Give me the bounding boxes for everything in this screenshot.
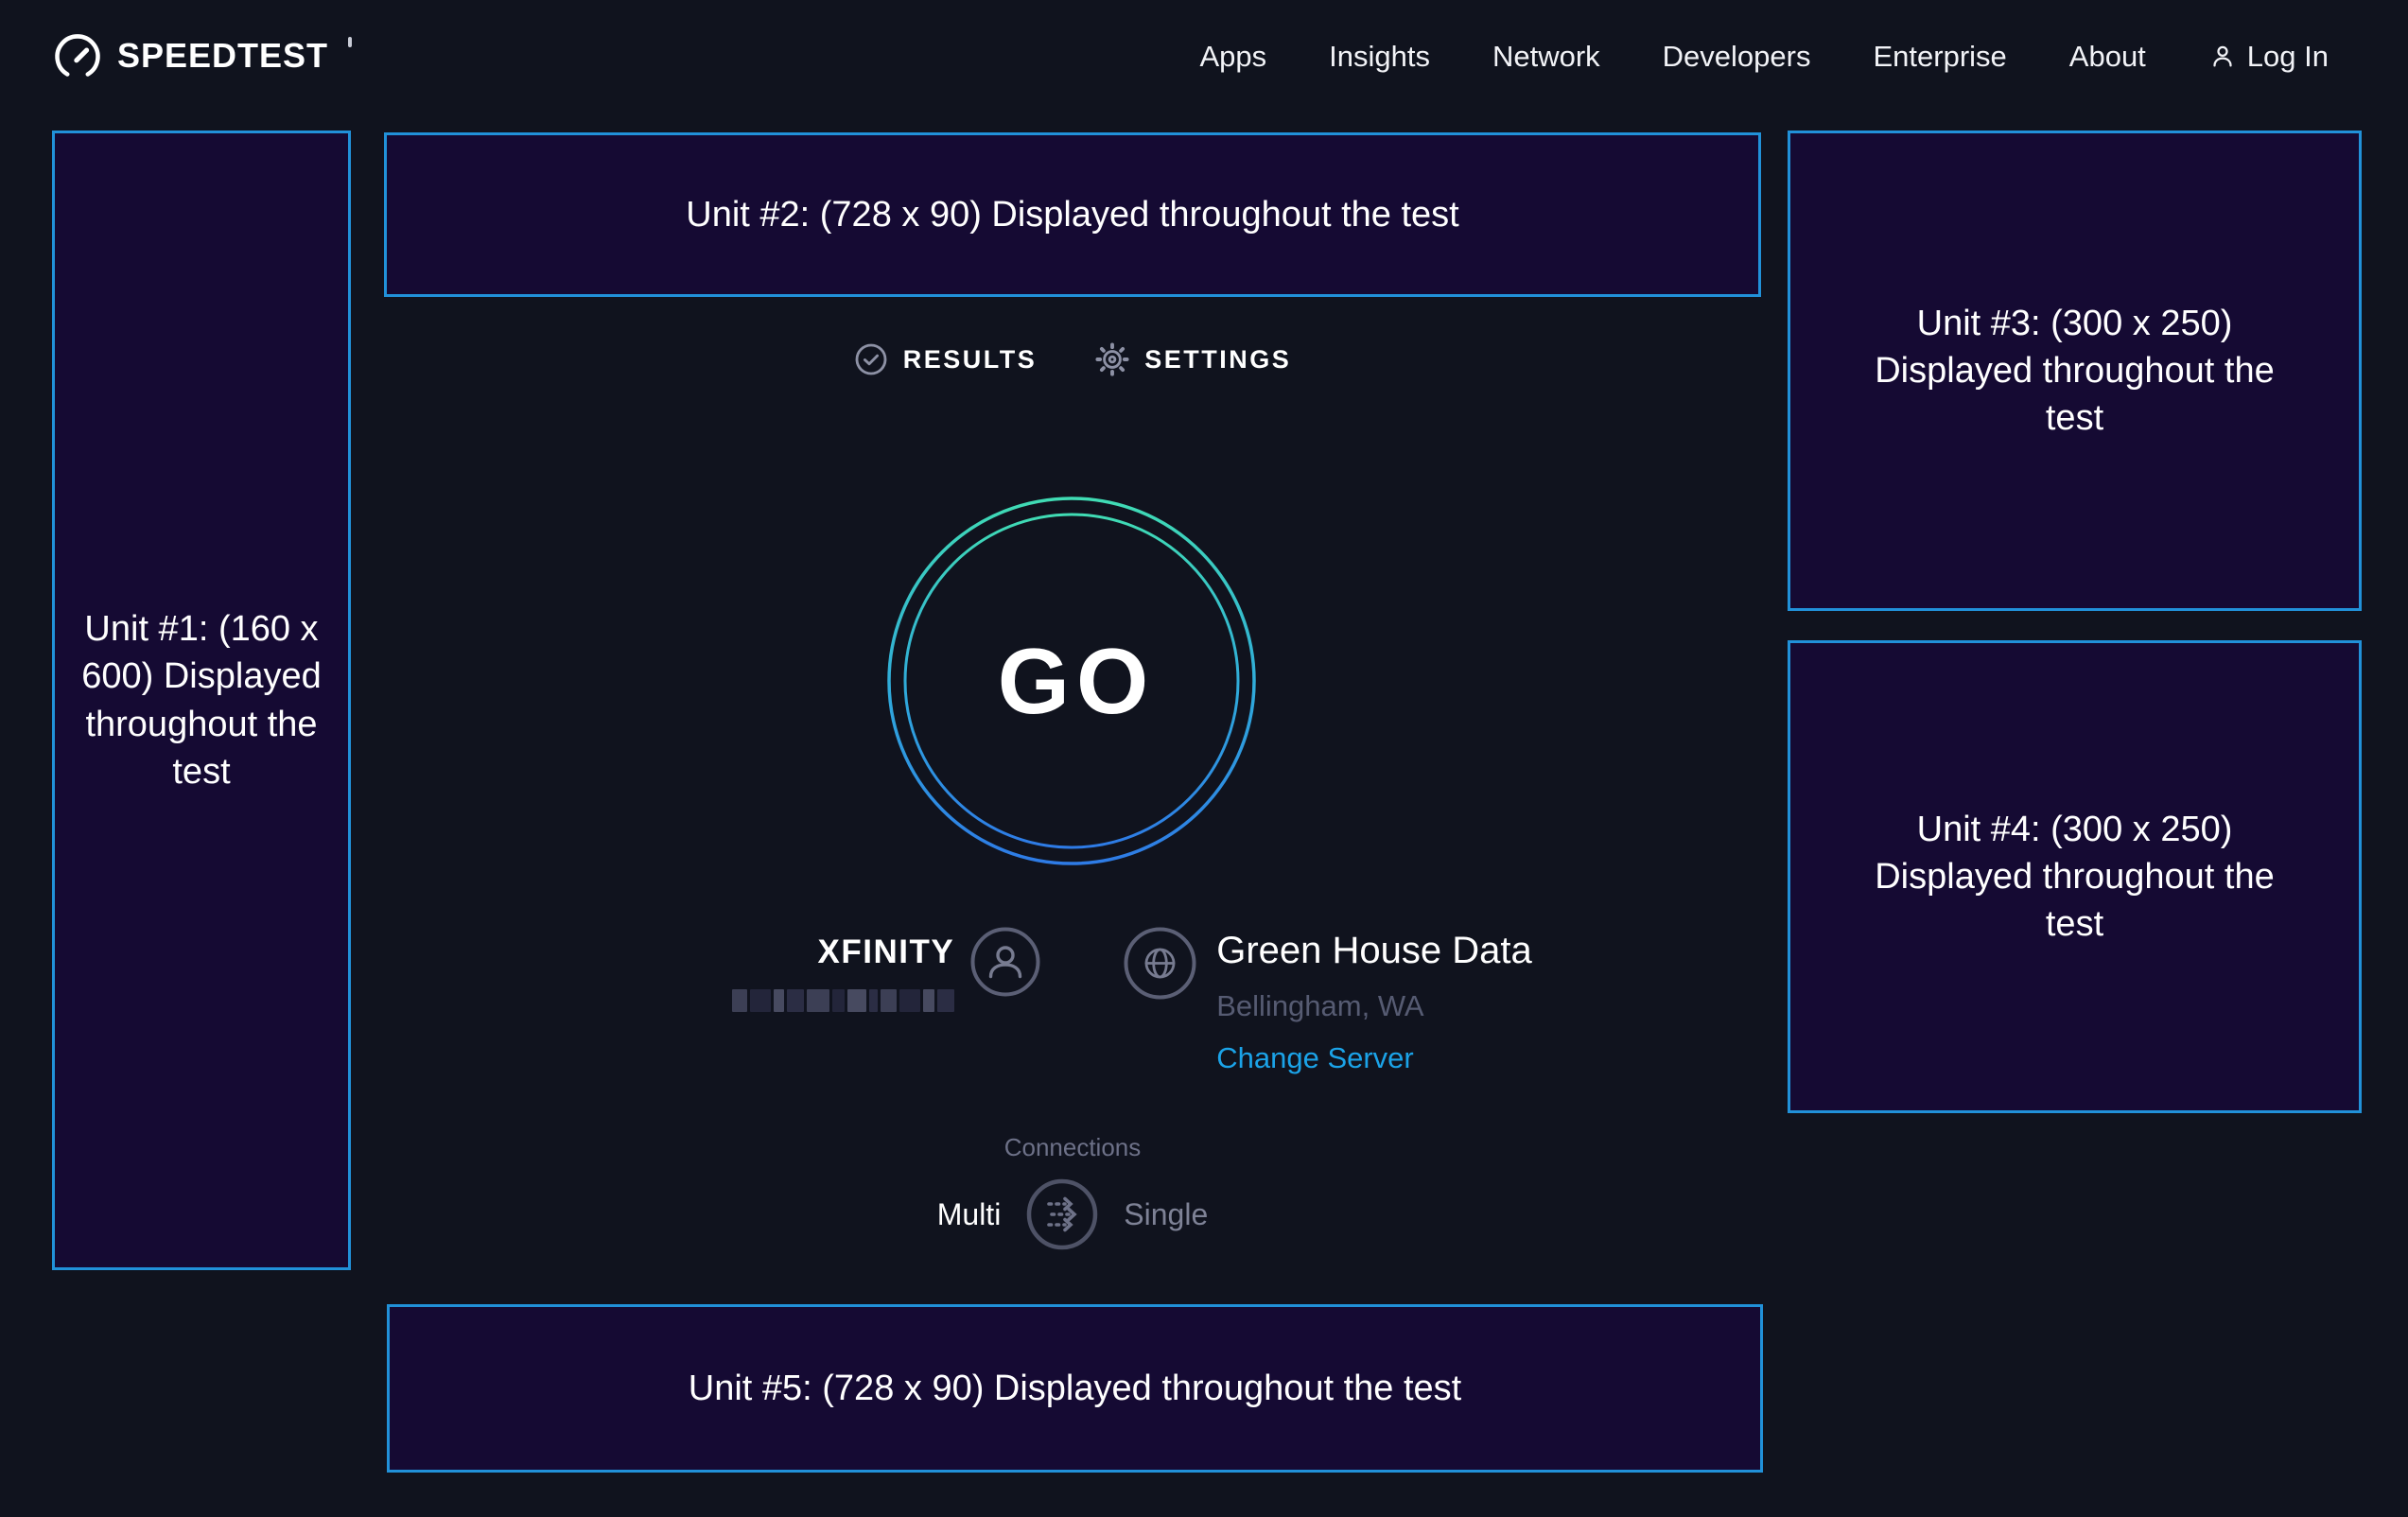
redacted-block <box>787 989 804 1012</box>
go-label: GO <box>886 496 1257 866</box>
person-icon <box>2208 43 2237 71</box>
ad-unit-2[interactable]: Unit #2: (728 x 90) Displayed throughout… <box>384 132 1761 297</box>
redacted-block <box>750 989 771 1012</box>
redacted-block <box>937 989 954 1012</box>
connections-multi-label[interactable]: Multi <box>937 1197 1002 1232</box>
redacted-block <box>923 989 934 1012</box>
redacted-block <box>847 989 866 1012</box>
check-circle-icon <box>854 342 888 376</box>
nav-item-developers[interactable]: Developers <box>1663 40 1811 74</box>
ad-unit-1-text: Unit #1: (160 x 600) Displayed throughou… <box>76 605 327 795</box>
ad-unit-3[interactable]: Unit #3: (300 x 250) Displayed throughou… <box>1788 131 2362 611</box>
results-settings-tabs: RESULTS SETTINGS <box>384 342 1761 376</box>
redacted-block <box>732 989 747 1012</box>
server-block: Green House Data Bellingham, WA Change S… <box>1124 927 1532 1072</box>
tab-settings-label: SETTINGS <box>1144 345 1291 375</box>
nav-item-apps[interactable]: Apps <box>1199 40 1266 74</box>
ad-unit-4[interactable]: Unit #4: (300 x 250) Displayed throughou… <box>1788 640 2362 1113</box>
connection-info-row: XFINITY <box>444 927 1821 1072</box>
gauge-icon <box>53 31 102 82</box>
trademark-mark <box>348 37 352 47</box>
login-button[interactable]: Log In <box>2208 40 2329 74</box>
redacted-block <box>881 989 897 1012</box>
main-nav: Apps Insights Network Developers Enterpr… <box>1199 40 2329 74</box>
ad-unit-4-text: Unit #4: (300 x 250) Displayed throughou… <box>1861 806 2289 948</box>
server-name: Green House Data <box>1216 932 1532 969</box>
ad-unit-1[interactable]: Unit #1: (160 x 600) Displayed throughou… <box>52 131 351 1270</box>
nav-item-about[interactable]: About <box>2069 40 2146 74</box>
tab-results[interactable]: RESULTS <box>854 342 1038 376</box>
isp-block: XFINITY <box>732 927 1040 1012</box>
connections-label: Connections <box>384 1133 1761 1162</box>
ad-unit-5[interactable]: Unit #5: (728 x 90) Displayed throughout… <box>387 1304 1763 1473</box>
user-circle-icon <box>970 927 1040 997</box>
nav-item-network[interactable]: Network <box>1492 40 1600 74</box>
top-nav-bar: SPEEDTEST Apps Insights Network Develope… <box>0 0 2408 113</box>
redacted-block <box>899 989 920 1012</box>
server-location: Bellingham, WA <box>1216 991 1532 1020</box>
ad-unit-2-text: Unit #2: (728 x 90) Displayed throughout… <box>686 191 1458 238</box>
multi-connection-toggle-icon[interactable] <box>1025 1177 1099 1251</box>
login-label: Log In <box>2247 40 2329 74</box>
connections-single-label[interactable]: Single <box>1124 1197 1208 1232</box>
redacted-block <box>832 989 845 1012</box>
connections-mode-row: Multi Single <box>384 1177 1761 1252</box>
tab-settings[interactable]: SETTINGS <box>1095 342 1291 376</box>
logo-wordmark: SPEEDTEST <box>117 31 328 80</box>
globe-circle-icon <box>1124 927 1196 1000</box>
redacted-block <box>807 989 829 1012</box>
redacted-block <box>774 989 784 1012</box>
ad-unit-5-text: Unit #5: (728 x 90) Displayed throughout… <box>689 1365 1461 1412</box>
tab-results-label: RESULTS <box>903 345 1038 375</box>
change-server-link[interactable]: Change Server <box>1216 1043 1532 1072</box>
speedtest-logo[interactable]: SPEEDTEST <box>53 31 352 82</box>
gear-icon <box>1095 342 1129 376</box>
redacted-block <box>869 989 878 1012</box>
redacted-ip-blocks <box>732 989 954 1012</box>
go-button[interactable]: GO <box>886 496 1257 866</box>
isp-name: XFINITY <box>818 935 955 968</box>
nav-item-enterprise[interactable]: Enterprise <box>1873 40 2006 74</box>
nav-item-insights[interactable]: Insights <box>1329 40 1430 74</box>
ad-unit-3-text: Unit #3: (300 x 250) Displayed throughou… <box>1861 300 2289 442</box>
